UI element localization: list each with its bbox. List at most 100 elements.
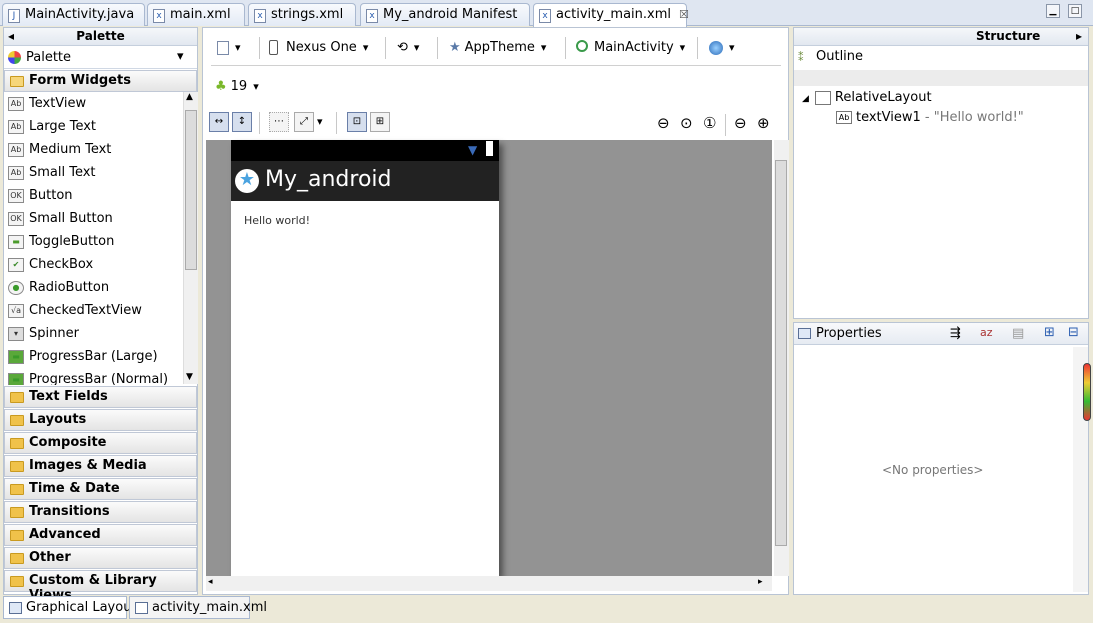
checkbox-widget-icon: ✔	[8, 258, 24, 272]
widget-medium-text[interactable]: Ab Medium Text	[4, 139, 179, 162]
widget-radiobutton[interactable]: ● RadioButton	[4, 277, 179, 300]
palette-panel: ◂ Palette Palette ▾ Form Widgets Ab TextV…	[3, 27, 198, 603]
filter-icon[interactable]: ⇶	[950, 326, 961, 341]
zoom-actual-icon[interactable]: ⊙	[680, 114, 693, 132]
scroll-up-icon[interactable]: ▲	[186, 92, 193, 102]
widget-textview[interactable]: Ab TextView	[4, 93, 179, 116]
canvas-vertical-scrollbar[interactable]	[774, 140, 789, 576]
zoom-100-icon[interactable]: ①	[703, 114, 716, 132]
relativelayout-icon	[814, 90, 831, 105]
structure-panel: Structure ▸ ⁑ Outline ◢ RelativeLayout Ab…	[793, 27, 1089, 319]
widget-button[interactable]: OK Button	[4, 185, 179, 208]
margins-icon[interactable]: ⋯	[269, 112, 289, 132]
scroll-thumb[interactable]	[185, 110, 197, 270]
toolbar-separator	[385, 37, 386, 59]
maximize-icon[interactable]: □	[1068, 4, 1082, 18]
globe-icon	[709, 40, 723, 55]
layout-height-icon[interactable]: ⊞	[370, 112, 390, 132]
fit-width-icon[interactable]: ↔	[209, 112, 229, 132]
folder-icon	[10, 553, 24, 564]
tab-main-xml[interactable]: x main.xml	[147, 3, 245, 26]
widget-checkbox[interactable]: ✔ CheckBox	[4, 254, 179, 277]
collapse-right-icon[interactable]: ▸	[1076, 29, 1082, 43]
palette-scrollbar[interactable]: ▲ ▼	[183, 92, 198, 384]
chevron-down-icon[interactable]: ▾	[317, 112, 323, 136]
scroll-left-icon[interactable]: ◂	[208, 577, 213, 587]
expand-icon[interactable]: ◢	[802, 94, 809, 104]
memory-gauge-icon	[1083, 363, 1091, 421]
canvas-horizontal-scrollbar[interactable]: ◂ ▸	[206, 576, 772, 591]
layout-file-dropdown[interactable]	[217, 37, 241, 61]
zoom-out-icon[interactable]: ⊖	[734, 114, 747, 132]
scroll-down-icon[interactable]: ▼	[186, 372, 193, 382]
distribute-icon[interactable]: ⤢	[294, 112, 314, 132]
zoom-fit-icon[interactable]: ⊖	[657, 114, 670, 132]
widget-checkedtextview[interactable]: √a CheckedTextView	[4, 300, 179, 323]
category-other[interactable]: Other	[4, 547, 197, 569]
properties-icon	[798, 328, 811, 339]
outline-icon: ⁑	[798, 51, 804, 64]
fit-height-icon[interactable]: ↕	[232, 112, 252, 132]
tab-manifest[interactable]: x My_android Manifest	[360, 3, 530, 26]
tab-activity-main-xml[interactable]: x activity_main.xml ☒	[533, 3, 689, 27]
manifest-file-icon: x	[366, 9, 378, 23]
toolbar-separator	[437, 37, 438, 59]
editor-mode-tabs: Graphical Layout activity_main.xml	[3, 596, 1090, 620]
tab-mainactivity-java[interactable]: J MainActivity.java	[2, 3, 145, 26]
orientation-dropdown[interactable]: ⟲	[397, 37, 419, 61]
collapse-all-icon[interactable]: ⊟	[1068, 325, 1079, 340]
minimize-icon[interactable]: ▁	[1046, 4, 1060, 18]
toggle-widget-icon: ▬	[8, 235, 24, 249]
zoom-in-icon[interactable]: ⊕	[757, 114, 770, 132]
category-images-media[interactable]: Images & Media	[4, 455, 197, 477]
device-dropdown[interactable]: Nexus One	[269, 37, 368, 61]
activity-dropdown[interactable]: MainActivity	[576, 37, 685, 61]
category-time-date[interactable]: Time & Date	[4, 478, 197, 500]
rotate-icon: ⟲	[397, 40, 408, 55]
category-text-fields[interactable]: Text Fields	[4, 386, 197, 408]
wifi-icon: ▼	[468, 143, 478, 157]
scroll-right-icon[interactable]: ▸	[758, 577, 763, 587]
tab-strings-xml[interactable]: x strings.xml	[248, 3, 356, 26]
close-tab-icon[interactable]: ☒	[679, 8, 689, 21]
tree-node-textview1[interactable]: Ab textView1 - "Hello world!"	[836, 110, 1024, 125]
sort-alpha-icon[interactable]: az	[980, 326, 993, 339]
api-level-dropdown[interactable]: ♣ 19	[215, 76, 259, 100]
textview1[interactable]: Hello world!	[244, 214, 310, 227]
category-transitions[interactable]: Transitions	[4, 501, 197, 523]
scroll-thumb[interactable]	[775, 160, 787, 546]
widget-progressbar-large[interactable]: ▬ ProgressBar (Large)	[4, 346, 179, 369]
category-advanced[interactable]: Advanced	[4, 524, 197, 546]
palette-selector[interactable]: Palette ▾	[4, 47, 197, 69]
toolbar-separator	[259, 37, 260, 59]
widget-togglebutton[interactable]: ▬ ToggleButton	[4, 231, 179, 254]
outline-toolbar	[794, 70, 1088, 86]
device-screen[interactable]: ▼ ★ My_android Hello world!	[231, 140, 499, 576]
widget-large-text[interactable]: Ab Large Text	[4, 116, 179, 139]
chevron-down-icon[interactable]: ▾	[177, 49, 184, 64]
tab-graphical-layout[interactable]: Graphical Layout	[3, 596, 137, 619]
widget-progressbar-normal[interactable]: ▬ ProgressBar (Normal)	[4, 369, 179, 385]
theme-dropdown[interactable]: ★ AppTheme	[449, 37, 546, 61]
advanced-icon[interactable]: ▤	[1012, 326, 1024, 341]
text-widget-icon: Ab	[8, 120, 24, 134]
category-form-widgets[interactable]: Form Widgets	[4, 70, 197, 92]
collapse-left-icon[interactable]: ◂	[8, 28, 14, 45]
layout-width-icon[interactable]: ⊡	[347, 112, 367, 132]
widget-small-button[interactable]: OK Small Button	[4, 208, 179, 231]
expand-all-icon[interactable]: ⊞	[1044, 325, 1055, 340]
tab-xml-source[interactable]: activity_main.xml	[129, 596, 267, 619]
category-custom-library-views[interactable]: Custom & Library Views	[4, 570, 197, 603]
app-title: My_android	[265, 167, 392, 192]
locale-dropdown[interactable]	[709, 37, 735, 61]
widget-spinner[interactable]: ▾ Spinner	[4, 323, 179, 346]
design-canvas[interactable]: ▼ ★ My_android Hello world!	[206, 140, 772, 576]
text-widget-icon: Ab	[8, 97, 24, 111]
widget-small-text[interactable]: Ab Small Text	[4, 162, 179, 185]
tree-node-relativelayout[interactable]: ◢ RelativeLayout	[802, 90, 932, 105]
category-layouts[interactable]: Layouts	[4, 409, 197, 431]
toolbar-divider	[211, 65, 781, 66]
category-composite[interactable]: Composite	[4, 432, 197, 454]
outline-header: ⁑ Outline	[798, 49, 864, 64]
status-bar: ▼	[231, 140, 499, 161]
